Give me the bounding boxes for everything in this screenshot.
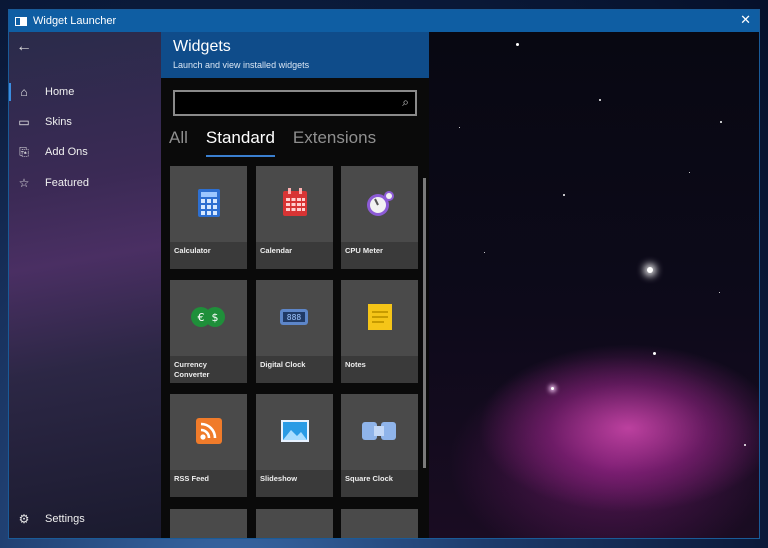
rss-feed-icon [196, 418, 222, 444]
sidebar-item-skins[interactable]: ▭ Skins [9, 108, 161, 136]
widget-tile-notes[interactable]: Notes [341, 280, 418, 383]
star [744, 444, 746, 446]
add-ons-icon: ⎘ [19, 144, 29, 159]
back-arrow-icon[interactable]: ← [16, 38, 32, 56]
widget-tile-calculator[interactable]: Calculator [170, 166, 247, 269]
window-title: Widget Launcher [33, 15, 117, 27]
star [484, 252, 485, 253]
slideshow-icon [281, 420, 309, 442]
sidebar-item-home[interactable]: ⌂ Home [9, 78, 161, 106]
star [720, 121, 722, 123]
widget-tile-slideshow[interactable]: Slideshow [256, 394, 333, 497]
app-window: Widget Launcher ✕ ← ⌂ Home ▭ Skins ⎘ Add… [8, 9, 760, 539]
widget-tile[interactable] [341, 509, 418, 538]
gear-icon: ⚙ [18, 512, 30, 526]
widget-tile-square-clock[interactable]: Square Clock [341, 394, 418, 497]
star [516, 43, 519, 46]
sidebar: ← ⌂ Home ▭ Skins ⎘ Add Ons ☆ Featured ⚙ … [9, 32, 161, 538]
close-icon[interactable]: ✕ [740, 12, 751, 28]
widget-tile-digital-clock[interactable]: 888 Digital Clock [256, 280, 333, 383]
notes-icon [368, 304, 392, 330]
panel-header: Widgets Launch and view installed widget… [161, 32, 429, 78]
square-clock-icon [362, 422, 396, 440]
widget-tile-cpu-meter[interactable]: CPU Meter [341, 166, 418, 269]
star [647, 267, 653, 273]
star [653, 352, 656, 355]
home-icon: ⌂ [20, 85, 28, 99]
tab-extensions[interactable]: Extensions [293, 128, 376, 156]
widget-label: Notes [345, 360, 366, 369]
star [689, 172, 690, 173]
star [719, 292, 720, 293]
sidebar-item-settings[interactable]: ⚙ Settings [9, 505, 161, 533]
widget-label: CPU Meter [345, 246, 383, 255]
currency-converter-icon: € $ [191, 307, 225, 327]
widget-label: Calendar [260, 246, 293, 255]
widget-tile-calendar[interactable]: Calendar [256, 166, 333, 269]
svg-text:888: 888 [287, 313, 302, 322]
widget-label: RSS Feed [174, 474, 210, 483]
search-icon[interactable]: ⌕ [402, 95, 409, 110]
star [599, 99, 601, 101]
page-subtitle: Launch and view installed widgets [173, 60, 310, 70]
search-input[interactable]: ⌕ [173, 90, 417, 116]
page-title: Widgets [173, 38, 231, 55]
skins-icon: ▭ [18, 115, 30, 129]
calculator-icon [198, 189, 220, 217]
sidebar-item-add-ons[interactable]: ⎘ Add Ons [9, 138, 161, 166]
widget-label: Slideshow [260, 474, 298, 483]
sidebar-item-label: Skins [45, 116, 72, 128]
widgets-panel: Widgets Launch and view installed widget… [161, 32, 429, 538]
widget-tile-rss-feed[interactable]: RSS Feed [170, 394, 247, 497]
widget-label: Currency Converter [174, 360, 210, 379]
tab-all[interactable]: All [169, 128, 188, 156]
svg-text:$: $ [212, 311, 219, 324]
sidebar-item-label: Featured [45, 177, 90, 189]
star-icon: ☆ [18, 176, 30, 190]
scrollbar[interactable] [423, 178, 426, 468]
title-bar: Widget Launcher ✕ [9, 10, 759, 32]
digital-clock-icon: 888 [280, 309, 308, 325]
widget-tile-currency-converter[interactable]: € $ Currency Converter [170, 280, 247, 383]
widget-label: Calculator [174, 246, 211, 255]
cpu-meter-icon [367, 191, 394, 216]
sidebar-item-label: Home [45, 86, 75, 98]
tab-bar: All Standard Extensions [169, 128, 394, 157]
star [563, 194, 565, 196]
widget-tile[interactable] [170, 509, 247, 538]
calendar-icon [283, 188, 307, 216]
space-background [429, 32, 759, 538]
app-icon [15, 16, 27, 26]
widget-label: Square Clock [345, 474, 393, 483]
sidebar-item-label: Settings [45, 513, 85, 525]
widget-tile[interactable] [256, 509, 333, 538]
widget-grid: Calculator Calendar CPU Meter € $ Curren… [170, 166, 420, 538]
star [459, 127, 460, 128]
sidebar-item-featured[interactable]: ☆ Featured [9, 169, 161, 197]
star [551, 387, 554, 390]
tab-standard[interactable]: Standard [205, 128, 275, 157]
widget-label: Digital Clock [260, 360, 306, 369]
svg-text:€: € [198, 311, 205, 324]
sidebar-item-label: Add Ons [45, 146, 88, 158]
